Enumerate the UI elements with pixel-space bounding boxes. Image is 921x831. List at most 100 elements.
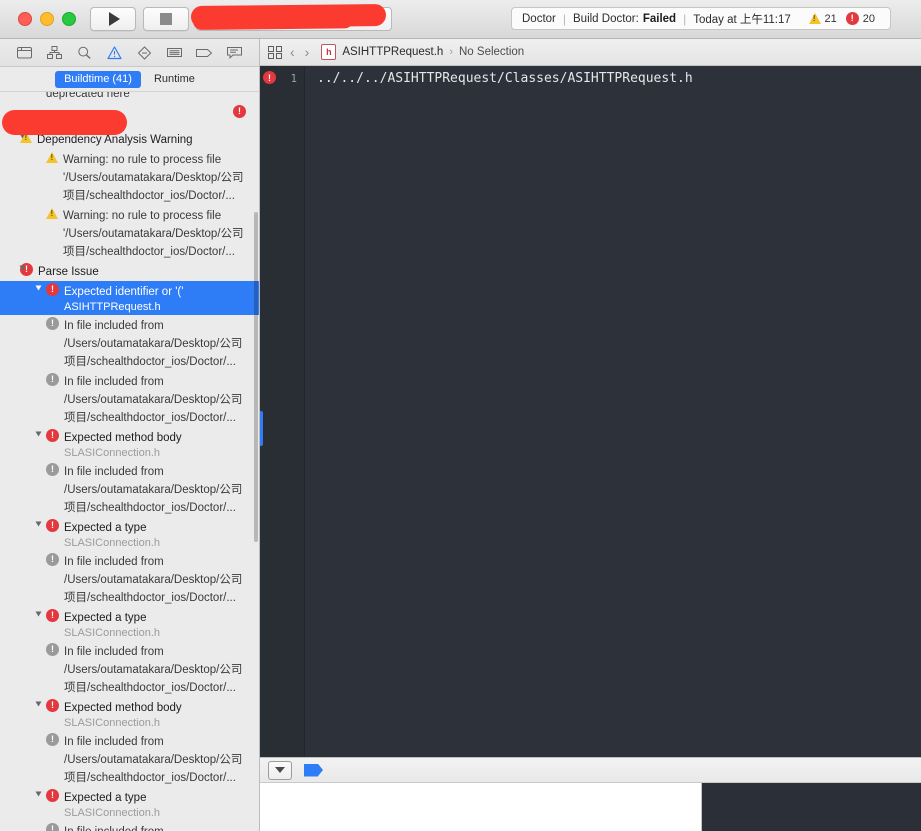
redaction-overlay-scheme bbox=[190, 3, 387, 29]
tab-buildtime[interactable]: Buildtime (41) bbox=[55, 70, 141, 88]
disclosure-triangle-icon[interactable] bbox=[35, 431, 42, 437]
jumpbar-file-name[interactable]: ASIHTTPRequest.h bbox=[342, 46, 443, 58]
status-divider-1: | bbox=[562, 11, 566, 26]
info-badge-icon: ! bbox=[46, 553, 59, 566]
list-item[interactable]: ! In file included from /Users/outamatak… bbox=[0, 821, 259, 831]
issue-file-name: ASIHTTPRequest.h bbox=[64, 301, 161, 313]
issue-group-parse-issue[interactable]: ! Parse Issue bbox=[0, 261, 259, 281]
forward-button[interactable]: › bbox=[303, 44, 312, 60]
list-item[interactable]: ! In file included from /Users/outamatak… bbox=[0, 641, 259, 697]
hide-debug-area-button[interactable] bbox=[268, 760, 292, 780]
editor-scroll-indicator[interactable] bbox=[260, 411, 263, 446]
list-item-partial[interactable]: deprecated here bbox=[0, 92, 259, 101]
issue-row-expected-a-type[interactable]: ! Expected a type SLASIConnection.h bbox=[0, 787, 259, 821]
issue-detail-text: In file included from /Users/outamatakar… bbox=[64, 826, 242, 831]
list-item[interactable]: Warning: no rule to process file '/Users… bbox=[0, 205, 259, 261]
row-error-badge: ! bbox=[233, 104, 251, 118]
issue-detail-text: In file included from /Users/outamatakar… bbox=[64, 320, 243, 368]
find-navigator-icon[interactable] bbox=[75, 44, 95, 62]
issue-detail-text: In file included from /Users/outamatakar… bbox=[64, 736, 243, 784]
tab-runtime[interactable]: Runtime bbox=[145, 71, 204, 88]
list-item[interactable]: ! In file included from /Users/outamatak… bbox=[0, 315, 259, 371]
error-badge-icon: ! bbox=[46, 283, 59, 296]
navigator-scrollbar[interactable] bbox=[254, 212, 258, 542]
back-button[interactable]: ‹ bbox=[288, 44, 297, 60]
header-file-icon: h bbox=[321, 44, 337, 60]
editor-gutter[interactable]: ! 1 bbox=[260, 66, 305, 757]
breakpoint-navigator-icon[interactable] bbox=[194, 44, 214, 62]
disclosure-triangle-icon[interactable] bbox=[35, 611, 42, 617]
disclosure-triangle-icon[interactable] bbox=[19, 265, 26, 271]
partial-row-label: deprecated here bbox=[46, 92, 130, 100]
warning-count: 21 bbox=[824, 12, 837, 25]
list-item[interactable]: ! In file included from /Users/outamatak… bbox=[0, 551, 259, 607]
warning-badge-icon bbox=[46, 208, 58, 219]
close-window-button[interactable] bbox=[18, 12, 32, 26]
report-navigator-icon[interactable] bbox=[224, 44, 244, 62]
source-control-navigator-icon[interactable] bbox=[45, 44, 65, 62]
debug-navigator-icon[interactable] bbox=[164, 44, 184, 62]
run-button[interactable] bbox=[90, 7, 136, 31]
issue-title: Expected a type bbox=[64, 612, 147, 624]
error-count: 20 bbox=[862, 12, 875, 25]
issue-group-title: Dependency Analysis Warning bbox=[37, 134, 193, 146]
error-badge-icon: ! bbox=[46, 429, 59, 442]
project-navigator-icon[interactable] bbox=[15, 44, 35, 62]
title-bar: Doctor | Build Doctor: Failed | Today at… bbox=[0, 0, 921, 39]
issue-title: Expected a type bbox=[64, 792, 147, 804]
variables-view[interactable] bbox=[260, 783, 702, 831]
status-build-prefix: Build Doctor: bbox=[573, 12, 639, 25]
disclosure-triangle-icon[interactable] bbox=[35, 285, 42, 291]
issue-file-name: SLASIConnection.h bbox=[64, 627, 161, 639]
code-editor[interactable]: ! 1 ../../../ASIHTTPRequest/Classes/ASIH… bbox=[260, 66, 921, 757]
editor-panel: ‹ › h ASIHTTPRequest.h › No Selection ! … bbox=[260, 39, 921, 831]
stop-button[interactable] bbox=[143, 7, 189, 31]
issue-detail-text: Warning: no rule to process file '/Users… bbox=[63, 154, 244, 202]
issue-detail-text: In file included from /Users/outamatakar… bbox=[64, 556, 243, 604]
console-output[interactable] bbox=[702, 783, 921, 831]
status-project-name: Doctor bbox=[522, 12, 556, 25]
issue-detail-text: In file included from /Users/outamatakar… bbox=[64, 646, 243, 694]
status-issue-counts: 21 ! 20 bbox=[808, 12, 881, 25]
issue-title: Expected method body bbox=[64, 702, 182, 714]
error-circle-icon: ! bbox=[845, 12, 859, 25]
chevron-down-icon bbox=[275, 767, 285, 773]
issue-group-title: Parse Issue bbox=[38, 266, 99, 278]
issue-row-expected-method-body[interactable]: ! Expected method body SLASIConnection.h bbox=[0, 427, 259, 461]
maximize-window-button[interactable] bbox=[62, 12, 76, 26]
breakpoints-toggle-button[interactable] bbox=[304, 763, 323, 777]
debug-bar bbox=[260, 757, 921, 783]
gutter-error-icon[interactable]: ! bbox=[263, 71, 276, 84]
scheme-selector[interactable] bbox=[190, 3, 392, 31]
code-line-1: ../../../ASIHTTPRequest/Classes/ASIHTTPR… bbox=[317, 71, 693, 86]
issue-row-expected-method-body[interactable]: ! Expected method body SLASIConnection.h bbox=[0, 697, 259, 731]
list-item-redacted[interactable]: ! bbox=[0, 101, 259, 135]
issue-row-expected-identifier[interactable]: ! Expected identifier or '(' ASIHTTPRequ… bbox=[0, 281, 259, 315]
code-content[interactable]: ../../../ASIHTTPRequest/Classes/ASIHTTPR… bbox=[305, 66, 921, 757]
issue-row-expected-a-type[interactable]: ! Expected a type SLASIConnection.h bbox=[0, 517, 259, 551]
status-bar[interactable]: Doctor | Build Doctor: Failed | Today at… bbox=[511, 7, 891, 30]
disclosure-triangle-icon[interactable] bbox=[35, 521, 42, 527]
list-item[interactable]: ! In file included from /Users/outamatak… bbox=[0, 371, 259, 427]
error-badge-icon: ! bbox=[46, 789, 59, 802]
issue-detail-text: Warning: no rule to process file '/Users… bbox=[63, 210, 244, 258]
error-badge-icon: ! bbox=[233, 105, 246, 118]
issue-title: Expected a type bbox=[64, 522, 147, 534]
minimize-window-button[interactable] bbox=[40, 12, 54, 26]
jumpbar-selection[interactable]: No Selection bbox=[459, 46, 524, 58]
issue-list[interactable]: deprecated here ! ! Dependency Analysis … bbox=[0, 92, 259, 831]
jump-bar: ‹ › h ASIHTTPRequest.h › No Selection bbox=[260, 39, 921, 66]
test-navigator-icon[interactable] bbox=[134, 44, 154, 62]
issue-navigator-icon[interactable] bbox=[105, 44, 125, 62]
issue-row-expected-a-type[interactable]: ! Expected a type SLASIConnection.h bbox=[0, 607, 259, 641]
issue-file-name: SLASIConnection.h bbox=[64, 717, 161, 729]
related-items-icon[interactable] bbox=[268, 45, 282, 59]
list-item[interactable]: ! In file included from /Users/outamatak… bbox=[0, 731, 259, 787]
warning-badge-icon bbox=[46, 152, 58, 163]
traffic-lights bbox=[18, 12, 76, 26]
list-item[interactable]: ! In file included from /Users/outamatak… bbox=[0, 461, 259, 517]
jumpbar-separator: › bbox=[449, 46, 453, 58]
list-item[interactable]: Warning: no rule to process file '/Users… bbox=[0, 149, 259, 205]
disclosure-triangle-icon[interactable] bbox=[35, 701, 42, 707]
disclosure-triangle-icon[interactable] bbox=[35, 791, 42, 797]
